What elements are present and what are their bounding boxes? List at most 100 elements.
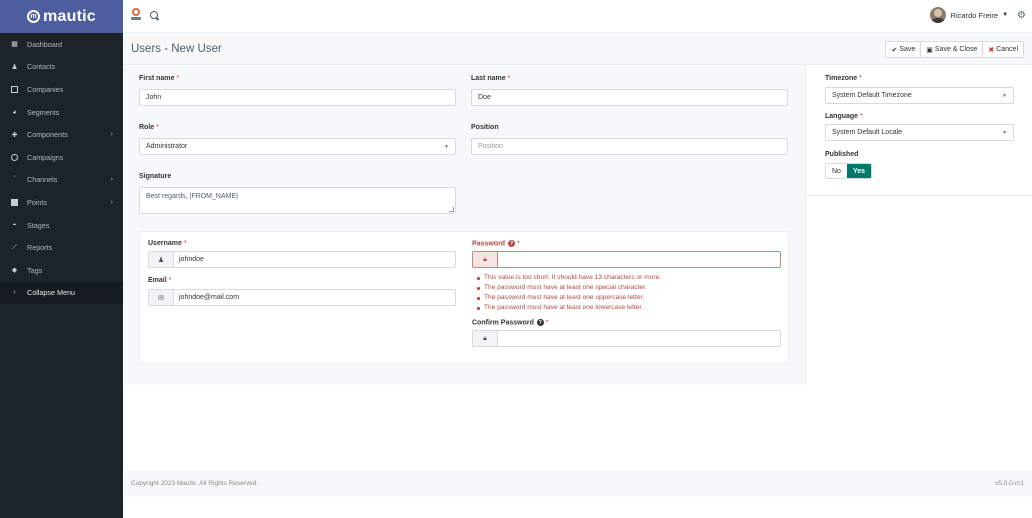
language-select[interactable]: System Default Locale ▼ — [825, 124, 1014, 141]
sidebar-item-companies[interactable]: Companies — [0, 78, 123, 101]
position-field[interactable]: Position — [471, 138, 788, 155]
collapse-menu-button[interactable]: ‹ Collapse Menu — [0, 281, 123, 305]
username-field[interactable]: ♟ johndoe — [148, 251, 456, 268]
user-icon: ♟ — [11, 63, 18, 71]
credentials-card: Username * ♟ johndoe Email * ✉ johndoe@m… — [139, 231, 789, 364]
language-label-text: Language — [825, 113, 859, 120]
dashboard-icon: ▦ — [11, 41, 18, 49]
timezone-select[interactable]: System Default Timezone ▼ — [825, 87, 1014, 104]
sidebar-item-label: Contacts — [27, 62, 56, 72]
puzzle-icon: ✚ — [11, 131, 18, 139]
mautic-logo-icon: m — [27, 10, 41, 23]
required-mark: * — [507, 75, 511, 82]
sidebar-item-label: Dashboard — [27, 39, 63, 49]
search-icon[interactable] — [150, 11, 158, 19]
caret-down-icon: ▼ — [1002, 12, 1009, 18]
required-mark: * — [859, 75, 862, 82]
first-name-label-text: First name — [139, 75, 175, 82]
sidebar-item-label: Tags — [27, 265, 43, 275]
timezone-label-text: Timezone — [825, 75, 858, 82]
sidebar-item-points[interactable]: Points › — [0, 191, 123, 214]
published-yes-button[interactable]: Yes — [846, 164, 872, 178]
password-value — [498, 252, 508, 267]
role-label-text: Role — [139, 124, 155, 131]
position-label: Position — [471, 124, 499, 131]
save-close-button[interactable]: ▣ Save & Close — [921, 42, 984, 57]
sidebar-item-campaigns[interactable]: Campaigns — [0, 146, 123, 169]
sidebar-item-components[interactable]: ✚ Components › — [0, 123, 123, 146]
sidebar-item-label: Stages — [27, 220, 50, 230]
email-label-text: Email — [148, 277, 167, 284]
password-label: Password ? * — [472, 240, 520, 247]
sidebar-item-dashboard[interactable]: ▦ Dashboard — [0, 33, 123, 56]
required-mark: * — [545, 319, 549, 327]
last-name-field[interactable]: Doe — [471, 89, 788, 106]
line-chart-icon: ⟋ — [12, 243, 17, 251]
help-icon[interactable]: ? — [508, 240, 516, 247]
save-button[interactable]: ✔ Save — [886, 42, 922, 57]
required-mark: * — [516, 240, 520, 248]
copyright-text: Copyright 2023 Mautic. All Rights Reserv… — [131, 480, 259, 487]
tag-icon: ◆ — [11, 267, 18, 275]
required-mark: * — [176, 75, 180, 82]
sidebar-item-label: Campaigns — [27, 152, 64, 162]
role-value: Administrator — [146, 143, 188, 150]
envelope-icon: ✉ — [149, 290, 174, 305]
confirm-password-value — [498, 331, 508, 346]
role-select[interactable]: Administrator ▼ — [139, 138, 456, 155]
first-name-field[interactable]: John — [139, 89, 456, 106]
settings-panel-fill — [805, 196, 1032, 385]
signature-value: Best regards, |FROM_NAME| — [146, 193, 238, 200]
last-name-label-text: Last name — [471, 75, 506, 82]
cancel-label: Cancel — [996, 46, 1018, 53]
user-menu[interactable]: Ricardo Freire ▼ ⚙ — [929, 7, 1026, 23]
published-label: Published — [825, 151, 859, 158]
caret-down-icon: ▼ — [1002, 93, 1007, 99]
chevron-left-icon: ‹ — [13, 289, 16, 297]
username-value: johndoe — [179, 256, 204, 263]
required-mark: * — [860, 113, 863, 120]
version-text: v5.0.0-rc1 — [995, 480, 1024, 487]
help-icon[interactable]: ? — [536, 319, 544, 326]
sidebar-item-tags[interactable]: ◆ Tags — [0, 259, 123, 282]
sidebar-item-segments[interactable]: ◕ Segments — [0, 101, 123, 124]
email-field[interactable]: ✉ johndoe@mail.com — [148, 289, 456, 306]
first-name-label: First name * — [139, 75, 179, 82]
check-icon: ✔ — [891, 46, 898, 54]
sidebar-item-label: Components — [27, 130, 68, 140]
signature-textarea[interactable]: Best regards, |FROM_NAME| — [139, 187, 456, 214]
calculator-icon — [10, 198, 19, 207]
cancel-button[interactable]: ✖ Cancel — [983, 42, 1023, 57]
save-label: Save — [899, 46, 916, 53]
confirm-password-label-text: Confirm Password — [472, 319, 534, 327]
sidebar-item-label: Reports — [27, 243, 53, 253]
tachometer-icon: ◓ — [12, 221, 17, 229]
user-name: Ricardo Freire — [950, 10, 999, 20]
timezone-label: Timezone * — [825, 75, 862, 82]
confirm-password-field[interactable]: 🔒︎ — [472, 330, 781, 347]
action-buttons: ✔ Save ▣ Save & Close ✖ Cancel — [885, 41, 1024, 58]
sidebar-item-reports[interactable]: ⟋ Reports — [0, 236, 123, 259]
sidebar-item-channels[interactable]: ʼ Channels › — [0, 169, 123, 192]
password-error: The password must have at least one lowe… — [472, 303, 661, 313]
sidebar-item-label: Companies — [27, 84, 64, 94]
published-no-button[interactable]: No — [826, 164, 847, 178]
collapse-menu-label: Collapse Menu — [27, 288, 75, 298]
sidebar-item-contacts[interactable]: ♟ Contacts — [0, 56, 123, 79]
user-form: First name * John Last name * Doe Role *… — [123, 65, 804, 385]
resize-handle-icon[interactable] — [449, 207, 454, 212]
confirm-password-label: Confirm Password ? * — [472, 319, 549, 326]
page-title: Users - New User — [131, 43, 222, 55]
user-icon: ♟ — [149, 252, 174, 267]
password-field[interactable]: 🔒︎ — [472, 251, 781, 268]
save-close-label: Save & Close — [934, 46, 978, 53]
sidebar-item-stages[interactable]: ◓ Stages — [0, 214, 123, 237]
sidebar-item-label: Segments — [27, 107, 60, 117]
published-toggle: No Yes — [825, 163, 873, 179]
email-value: johndoe@mail.com — [179, 294, 240, 301]
language-label: Language * — [825, 113, 863, 120]
mautic-logo[interactable]: m mautic — [0, 0, 123, 33]
gear-icon[interactable]: ⚙ — [1017, 10, 1026, 21]
notifications-icon[interactable] — [131, 8, 141, 23]
avatar — [929, 7, 946, 23]
